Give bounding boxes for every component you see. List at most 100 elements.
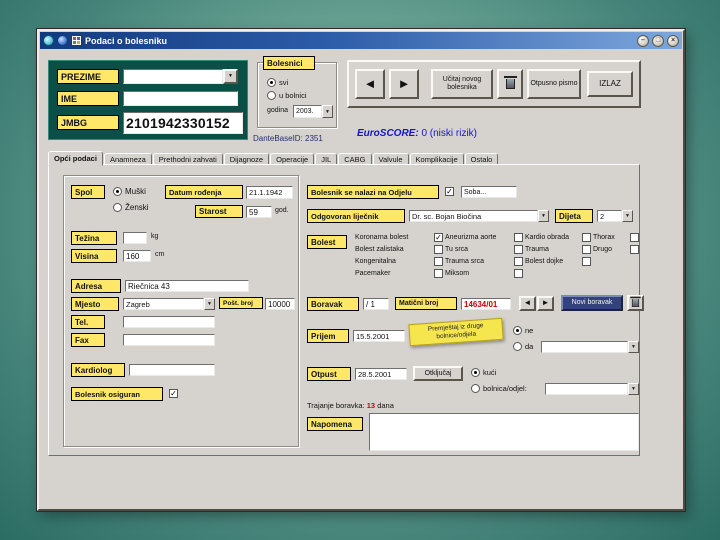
- bolest-checkbox[interactable]: [630, 232, 639, 242]
- app-icon: [43, 35, 54, 46]
- bolest-checkbox[interactable]: [434, 232, 443, 242]
- mjesto-select[interactable]: Zagreb: [123, 298, 215, 310]
- bolest-checkbox[interactable]: [582, 244, 591, 254]
- radio-icon: [471, 384, 480, 393]
- premjestaj-da-radio[interactable]: da: [513, 342, 533, 351]
- load-new-patient-button[interactable]: Učitaj novog bolesnika: [431, 69, 493, 99]
- otpust-bolnica-radio[interactable]: bolnica/odjel:: [471, 384, 527, 393]
- dropdown-arrow-icon[interactable]: [204, 298, 215, 310]
- tezina-input[interactable]: [123, 232, 147, 244]
- premjestaj-ne-radio[interactable]: ne: [513, 326, 533, 335]
- bolest-checkbox[interactable]: [514, 268, 523, 278]
- mjesto-value: Zagreb: [123, 298, 204, 310]
- delete-patient-button[interactable]: [497, 69, 523, 99]
- bolest-item-label: Bolest zalistaka: [355, 245, 404, 253]
- premjestaj-select[interactable]: [541, 341, 639, 353]
- titlebar[interactable]: Podaci o bolesniku – □ ×: [40, 32, 682, 49]
- bolest-item-label: Kardio obrada: [525, 233, 569, 241]
- bolest-item: Aneurizma aorte: [445, 231, 523, 243]
- tezina-unit: kg: [151, 233, 159, 240]
- boravak-label: Boravak: [307, 297, 359, 311]
- bolest-checkbox[interactable]: [630, 244, 639, 254]
- radio-label: Muški: [125, 187, 146, 196]
- boravak-next-button[interactable]: ►: [537, 296, 554, 311]
- napomena-textarea[interactable]: [369, 413, 639, 451]
- bolesnici-svi-radio[interactable]: svi: [267, 78, 288, 87]
- bolest-item: Thorax: [593, 231, 639, 243]
- fax-input[interactable]: [123, 334, 215, 346]
- dropdown-arrow-icon[interactable]: [622, 210, 633, 222]
- bolest-checkbox[interactable]: [582, 256, 591, 266]
- odjel-input[interactable]: Soba...: [461, 186, 517, 198]
- window-body: PREZIME ▼ IME JMBG 2101942330152 Bolesni…: [39, 50, 683, 509]
- tel-input[interactable]: [123, 316, 215, 328]
- tab-op-i-podaci[interactable]: Opći podaci: [48, 151, 103, 166]
- spol-zenski-radio[interactable]: Ženski: [113, 203, 149, 212]
- bolest-checkbox[interactable]: [582, 232, 591, 242]
- exit-button[interactable]: IZLAZ: [587, 71, 633, 97]
- radio-icon: [113, 187, 122, 196]
- osiguran-label: Bolesnik osiguran: [71, 387, 163, 401]
- bolest-checkbox[interactable]: [434, 268, 443, 278]
- bolest-item: Tu srca: [445, 243, 523, 255]
- prijem-input[interactable]: 15.5.2001: [353, 330, 405, 342]
- bolest-item-label: Aneurizma aorte: [445, 233, 497, 241]
- adresa-input[interactable]: Riečnica 43: [125, 280, 249, 292]
- trajanje-value: 13: [366, 401, 376, 410]
- starost-unit: god.: [275, 207, 289, 214]
- radio-label: kući: [483, 368, 497, 377]
- godina-select[interactable]: 2003.: [293, 105, 333, 118]
- bolest-item: Bolest zalistaka: [355, 243, 443, 255]
- prezime-input[interactable]: [123, 69, 223, 84]
- dropdown-arrow-icon[interactable]: [538, 210, 549, 222]
- close-button[interactable]: ×: [667, 34, 679, 47]
- osiguran-checkbox[interactable]: [169, 389, 178, 398]
- post-broj-input[interactable]: 10000: [265, 298, 295, 310]
- dropdown-arrow-icon[interactable]: [322, 105, 333, 118]
- bolest-checkbox[interactable]: [514, 244, 523, 254]
- dijeta-select[interactable]: 2: [597, 210, 633, 222]
- prezime-label: PREZIME: [57, 69, 119, 84]
- next-patient-button[interactable]: ►: [389, 69, 419, 99]
- discharge-letter-button[interactable]: Otpusno pismo: [527, 69, 581, 99]
- lijecnik-select[interactable]: Dr. sc. Bojan Biočina: [409, 210, 549, 222]
- previous-patient-button[interactable]: ◄: [355, 69, 385, 99]
- form-icon: [71, 35, 82, 46]
- otpust-input[interactable]: 28.5.2001: [355, 368, 407, 380]
- delete-boravak-button[interactable]: [627, 295, 644, 311]
- otpust-dest-select[interactable]: [545, 383, 639, 395]
- bolest-item: Kongenitalna: [355, 255, 443, 267]
- datum-rodjenja-input[interactable]: 21.1.1942: [246, 186, 293, 199]
- otpust-kuci-radio[interactable]: kući: [471, 368, 496, 377]
- dropdown-arrow-icon[interactable]: [628, 383, 639, 395]
- dijeta-value: 2: [597, 210, 622, 222]
- boravak-input[interactable]: / 1: [363, 298, 389, 310]
- maximize-button[interactable]: □: [652, 34, 664, 47]
- boravak-prev-button[interactable]: ◄: [519, 296, 536, 311]
- ime-input[interactable]: [123, 91, 238, 106]
- bolesnici-u-bolnici-radio[interactable]: u bolnici: [267, 91, 307, 100]
- tezina-label: Težina: [71, 231, 117, 245]
- maticni-input[interactable]: 14634/01: [461, 298, 511, 310]
- jmbg-input[interactable]: 2101942330152: [123, 112, 243, 134]
- spol-muski-radio[interactable]: Muški: [113, 187, 146, 196]
- odjel-checkbox[interactable]: [445, 187, 454, 196]
- dropdown-arrow-icon[interactable]: [628, 341, 639, 353]
- bolest-checkbox[interactable]: [514, 256, 523, 266]
- general-data-panel: Spol Muški Ženski Datum rođenja 21.1.194…: [48, 164, 644, 456]
- minimize-button[interactable]: –: [637, 34, 649, 47]
- visina-input[interactable]: 160: [123, 250, 151, 262]
- kardiolog-input[interactable]: [129, 364, 215, 376]
- bolest-checkbox[interactable]: [514, 232, 523, 242]
- trajanje-label: Trajanje boravka:: [307, 401, 365, 410]
- novi-boravak-button[interactable]: Novi boravak: [561, 295, 623, 311]
- prezime-dropdown-arrow-icon[interactable]: ▼: [223, 69, 238, 84]
- premjestaj-value: [541, 341, 628, 353]
- bolest-checkbox[interactable]: [434, 244, 443, 254]
- database-id-text: DanteBaseID: 2351: [253, 134, 323, 143]
- otpust-dest-value: [545, 383, 628, 395]
- starost-input[interactable]: 59: [246, 206, 272, 218]
- otkljucaj-button[interactable]: Otključaj: [413, 366, 463, 381]
- patient-id-panel: PREZIME ▼ IME JMBG 2101942330152: [48, 60, 248, 140]
- bolest-checkbox[interactable]: [434, 256, 443, 266]
